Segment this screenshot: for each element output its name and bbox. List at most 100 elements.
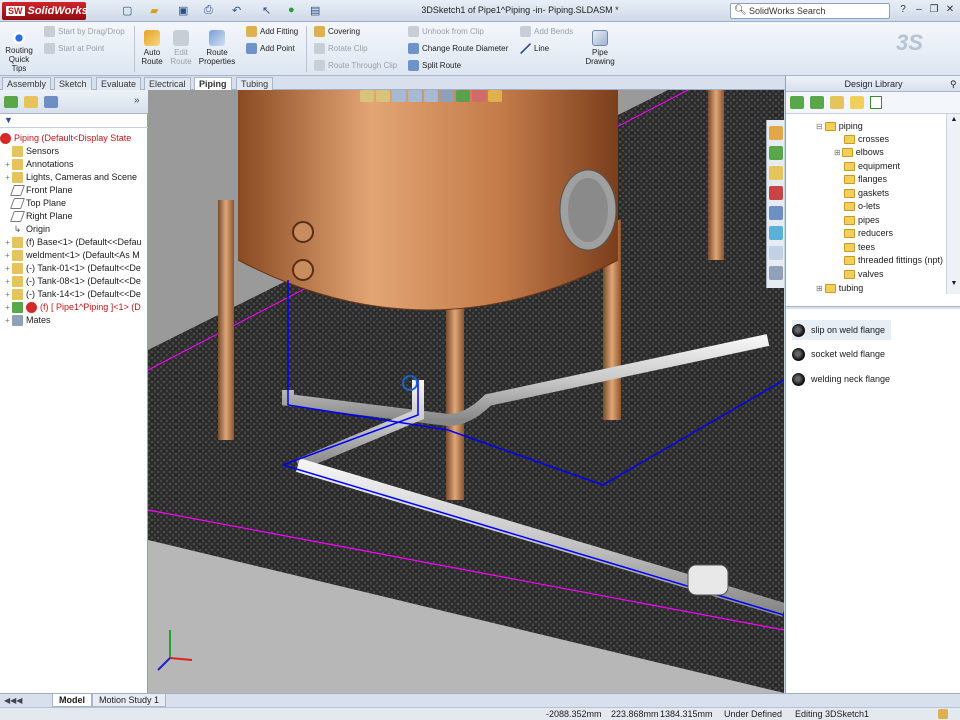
add-bends-button[interactable]: Add Bends: [520, 25, 573, 39]
expand-icon[interactable]: +: [3, 249, 12, 262]
search-input[interactable]: 🔍︎ SolidWorks Search: [730, 3, 890, 19]
expand-icon[interactable]: +: [3, 301, 12, 314]
add-file-location-icon[interactable]: [830, 96, 844, 109]
tree-item-tank-08[interactable]: + (-) Tank-08<1> (Default<<De: [0, 275, 148, 288]
tree-item-pipe1[interactable]: + (f) [ Pipe1^Piping ]<1> (D: [0, 301, 148, 314]
design-library-icon[interactable]: [769, 146, 783, 160]
zoom-to-fit-icon[interactable]: [360, 90, 374, 102]
feature-tree-tab-icon[interactable]: [4, 96, 18, 108]
app-logo[interactable]: SW SolidWorks: [2, 2, 88, 20]
model-view[interactable]: [148, 90, 784, 693]
close-button[interactable]: ✕: [943, 4, 957, 16]
folder-piping[interactable]: ⊟ piping: [816, 120, 863, 133]
panel-splitter[interactable]: [786, 306, 960, 309]
part-socket-weld-flange[interactable]: socket weld flange: [792, 344, 885, 364]
scroll-up-icon[interactable]: ▲: [949, 116, 959, 126]
tab-assembly[interactable]: Assembly: [2, 77, 52, 90]
tab-evaluate[interactable]: Evaluate: [96, 77, 142, 90]
select-icon[interactable]: ↖: [262, 4, 271, 18]
line-button[interactable]: Line: [520, 42, 549, 56]
tree-item-origin[interactable]: ↳ Origin: [0, 223, 148, 236]
design-library-scrollbar[interactable]: ▲ ▼: [946, 114, 960, 294]
forward-icon[interactable]: [810, 96, 824, 109]
property-manager-tab-icon[interactable]: [24, 96, 38, 108]
tree-item-top-plane[interactable]: Top Plane: [0, 197, 148, 210]
create-new-folder-icon[interactable]: [850, 96, 864, 109]
part-slip-on-weld-flange[interactable]: slip on weld flange: [792, 320, 892, 340]
tab-model[interactable]: Model: [52, 694, 92, 707]
tab-piping[interactable]: Piping: [194, 77, 232, 90]
section-view-icon[interactable]: [408, 90, 422, 102]
graphics-area[interactable]: [148, 90, 784, 693]
appearances-icon[interactable]: [769, 226, 783, 240]
help-icon[interactable]: ?: [896, 4, 910, 16]
view-palette-icon[interactable]: [769, 206, 783, 220]
display-style-icon[interactable]: [440, 90, 454, 102]
folder-elbows[interactable]: ⊞ elbows: [834, 146, 884, 159]
folder-tubing[interactable]: ⊞ tubing: [816, 282, 863, 294]
tree-item-base[interactable]: + (f) Base<1> (Default<<Defau: [0, 236, 148, 249]
tree-item-front-plane[interactable]: Front Plane: [0, 184, 148, 197]
customize-icon[interactable]: [938, 709, 948, 719]
zoom-area-icon[interactable]: [376, 90, 390, 102]
tree-item-mates[interactable]: + Mates: [0, 314, 148, 327]
apply-scene-icon[interactable]: [488, 90, 502, 102]
tab-tubing[interactable]: Tubing: [236, 77, 274, 90]
resources-icon[interactable]: [769, 126, 783, 140]
add-fitting-button[interactable]: Add Fitting: [246, 25, 298, 39]
tree-root[interactable]: Piping (Default<Display State: [0, 132, 148, 145]
expand-icon[interactable]: +: [3, 288, 12, 301]
expand-icon[interactable]: ⊞: [834, 148, 841, 157]
collapse-icon[interactable]: ⊟: [816, 122, 823, 131]
tree-filter[interactable]: ▼: [0, 114, 148, 128]
hide-show-items-icon[interactable]: [456, 90, 470, 102]
split-route-button[interactable]: Split Route: [408, 59, 461, 73]
tree-item-sensors[interactable]: Sensors: [0, 145, 148, 158]
route-properties-button[interactable]: Route Properties: [196, 30, 238, 66]
print-icon[interactable]: ⎙: [204, 4, 213, 18]
custom-properties-icon[interactable]: [769, 246, 783, 260]
folder-tees[interactable]: tees: [844, 241, 875, 254]
expand-icon[interactable]: ⊞: [816, 284, 823, 293]
route-through-clip-button[interactable]: Route Through Clip: [314, 59, 397, 73]
expand-icon[interactable]: +: [3, 262, 12, 275]
restore-button[interactable]: ❐: [927, 4, 941, 16]
edit-appearance-icon[interactable]: [472, 90, 486, 102]
expand-icon[interactable]: +: [3, 158, 12, 171]
auto-route-button[interactable]: Auto Route: [138, 30, 166, 66]
expand-icon[interactable]: +: [3, 314, 12, 327]
covering-button[interactable]: Covering: [314, 25, 360, 39]
new-document-icon[interactable]: ▢: [122, 4, 132, 18]
folder-equipment[interactable]: equipment: [844, 160, 900, 173]
save-icon[interactable]: ▣: [178, 4, 188, 18]
rotate-clip-button[interactable]: Rotate Clip: [314, 42, 368, 56]
unhook-from-clip-button[interactable]: Unhook from Clip: [408, 25, 484, 39]
scroll-down-icon[interactable]: ▼: [949, 280, 959, 290]
undo-icon[interactable]: ↶: [232, 4, 241, 18]
tab-electrical[interactable]: Electrical: [144, 77, 191, 90]
search-results-icon[interactable]: [769, 186, 783, 200]
start-by-drag-drop-button[interactable]: Start by Drag/Drop: [44, 25, 125, 39]
configuration-manager-tab-icon[interactable]: [44, 96, 58, 108]
folder-valves[interactable]: valves: [844, 268, 884, 281]
refresh-icon[interactable]: [870, 96, 882, 109]
folder-crosses[interactable]: crosses: [844, 133, 889, 146]
expand-icon[interactable]: +: [3, 236, 12, 249]
pin-icon[interactable]: ⚲: [950, 79, 957, 90]
previous-view-icon[interactable]: [392, 90, 406, 102]
pipe-drawing-button[interactable]: Pipe Drawing: [582, 30, 618, 66]
tree-item-lights[interactable]: + Lights, Cameras and Scene: [0, 171, 148, 184]
start-at-point-button[interactable]: Start at Point: [44, 42, 104, 56]
edit-route-button[interactable]: Edit Route: [168, 30, 194, 66]
tree-item-weldment[interactable]: + weldment<1> (Default<As M: [0, 249, 148, 262]
folder-o-lets[interactable]: o-lets: [844, 200, 880, 213]
tab-motion-study[interactable]: Motion Study 1: [92, 694, 167, 707]
add-point-button[interactable]: Add Point: [246, 42, 295, 56]
view-orientation-icon[interactable]: [424, 90, 438, 102]
folder-threaded-fittings[interactable]: threaded fittings (npt): [844, 254, 943, 267]
scroll-left-icon[interactable]: ◀◀◀: [4, 696, 22, 705]
back-icon[interactable]: [790, 96, 804, 109]
part-welding-neck-flange[interactable]: welding neck flange: [792, 369, 890, 389]
routing-quick-tips-button[interactable]: Routing Quick Tips: [3, 32, 35, 73]
forum-icon[interactable]: [769, 266, 783, 280]
